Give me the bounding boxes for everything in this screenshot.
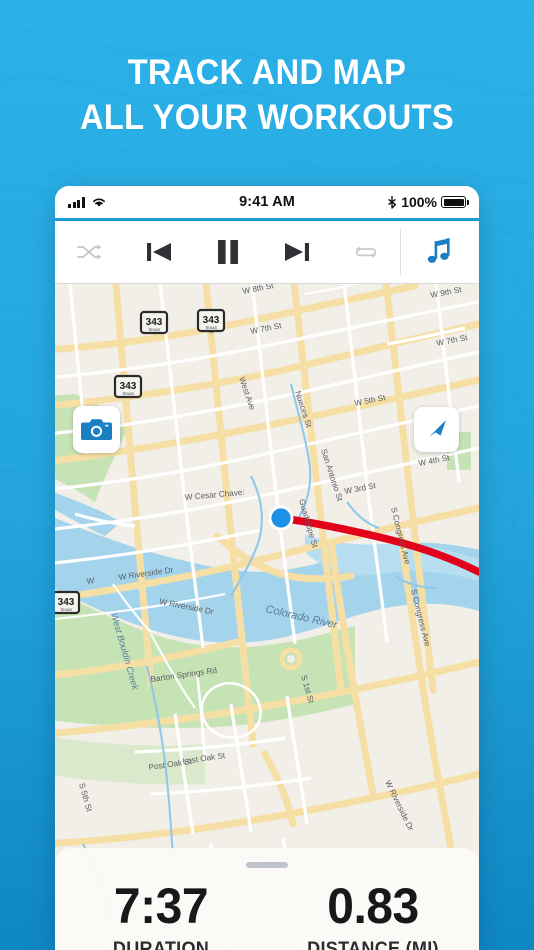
pause-icon <box>217 240 238 264</box>
locate-button[interactable] <box>414 407 459 452</box>
music-note-icon <box>427 238 450 263</box>
workout-stats-panel: 7:37 DURATION 0.83 DISTANCE (MI) PAUSE W… <box>55 848 479 950</box>
pause-button[interactable] <box>193 221 262 283</box>
svg-text:343: 343 <box>203 315 220 326</box>
battery-full-icon <box>441 196 469 208</box>
distance-label: DISTANCE (MI) <box>307 939 439 950</box>
svg-text:TEXAS: TEXAS <box>205 326 217 330</box>
next-button[interactable] <box>262 221 331 283</box>
svg-text:TEXAS: TEXAS <box>148 328 160 332</box>
highway-shield: 343 TEXAS <box>196 308 226 333</box>
highway-shield: 343 TEXAS <box>139 310 169 335</box>
navigation-arrow-icon <box>428 419 446 437</box>
duration-label: DURATION <box>112 939 210 950</box>
headline-line-2: ALL YOUR WORKOUTS <box>79 98 455 137</box>
status-bar-time: 9:41 AM <box>239 194 295 210</box>
headline-line-1: TRACK AND MAP <box>127 53 407 92</box>
camera-button[interactable] <box>73 406 120 453</box>
distance-value: 0.83 <box>327 878 419 934</box>
duration-value: 7:37 <box>113 878 209 934</box>
svg-text:W: W <box>86 576 95 586</box>
previous-icon <box>146 243 171 261</box>
svg-text:343: 343 <box>146 317 163 328</box>
drag-handle[interactable] <box>246 862 288 868</box>
next-icon <box>284 243 309 261</box>
svg-text:343: 343 <box>120 381 137 392</box>
stats-row: 7:37 DURATION 0.83 DISTANCE (MI) <box>55 878 479 950</box>
workout-map[interactable]: W 8th St W 9th St W 7th St W 7th St W 5t… <box>55 284 479 950</box>
highway-shield: 343 TEXAS <box>113 374 143 399</box>
repeat-icon <box>355 246 376 259</box>
repeat-button[interactable] <box>331 221 400 283</box>
status-bar: 9:41 AM 100% <box>55 186 479 218</box>
media-control-bar <box>55 221 479 284</box>
stat-duration: 7:37 DURATION <box>55 878 267 950</box>
highway-shield: 343 TEXAS <box>55 590 81 615</box>
shuffle-icon <box>76 244 101 260</box>
svg-text:TEXAS: TEXAS <box>122 392 134 396</box>
camera-icon <box>81 419 112 440</box>
shuffle-button[interactable] <box>55 221 124 283</box>
page-headline: TRACK AND MAP ALL YOUR WORKOUTS <box>19 50 516 140</box>
phone-mockup: 9:41 AM 100% W 8th St W 9th St W 7th St … <box>55 186 479 950</box>
svg-text:TEXAS: TEXAS <box>60 608 72 612</box>
current-location-dot <box>268 505 294 531</box>
music-button[interactable] <box>401 237 479 267</box>
stat-distance: 0.83 DISTANCE (MI) <box>267 878 479 950</box>
svg-text:343: 343 <box>58 597 75 608</box>
previous-button[interactable] <box>124 221 193 283</box>
